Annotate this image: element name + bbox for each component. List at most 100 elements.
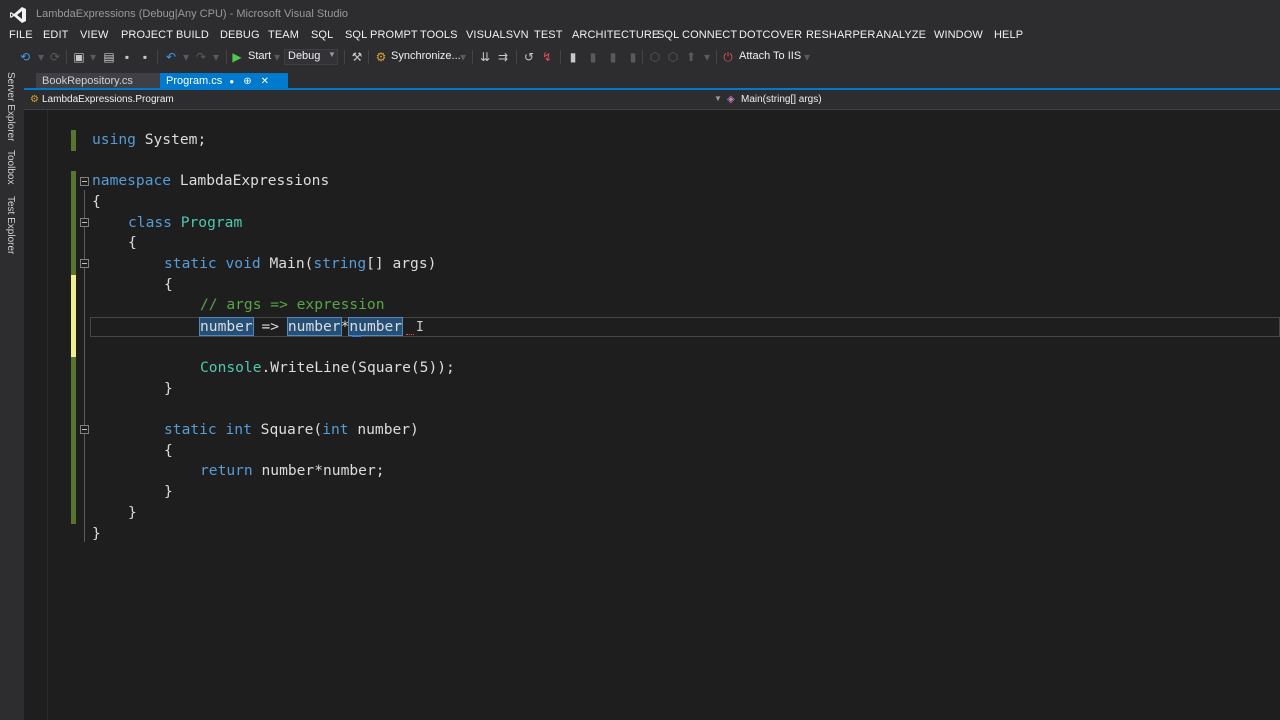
code-line-class: class Program bbox=[128, 213, 242, 233]
menu-bar: FILE EDIT VIEW PROJECT BUILD DEBUG TEAM … bbox=[0, 28, 1280, 46]
pin-icon[interactable]: ⊕ bbox=[243, 76, 251, 87]
revert-icon[interactable]: ↯ bbox=[540, 50, 554, 64]
refresh-icon[interactable]: ↺ bbox=[522, 50, 536, 64]
open-file-icon[interactable]: ▤ bbox=[102, 50, 116, 64]
code-line-comment: // args => expression bbox=[200, 295, 385, 315]
collapse-main-icon[interactable] bbox=[80, 259, 89, 268]
unsaved-dot-icon: ● bbox=[229, 77, 235, 86]
code-text: [] args) bbox=[366, 255, 437, 272]
toolbar-separator bbox=[157, 50, 158, 64]
keyword: int bbox=[322, 421, 349, 438]
attach-to-iis-button[interactable]: Attach To IIS bbox=[739, 50, 801, 62]
keyword: int bbox=[225, 421, 252, 438]
code-text: number*number; bbox=[252, 462, 385, 479]
collapse-namespace-icon[interactable] bbox=[80, 177, 89, 186]
document-tab-strip: BookRepository.cs Program.cs ● ⊕ ✕ bbox=[24, 68, 1280, 90]
toolbar-separator bbox=[368, 50, 369, 64]
step-out-icon[interactable]: ⬆ bbox=[684, 50, 698, 64]
bookmark-clear-icon[interactable]: ▮ bbox=[626, 50, 640, 64]
code-text: System; bbox=[135, 131, 207, 148]
code-line-brace: } bbox=[164, 379, 173, 399]
save-icon[interactable]: ▪ bbox=[120, 50, 134, 64]
code-line-namespace: namespace LambdaExpressions bbox=[92, 171, 329, 191]
members-dropdown[interactable]: Main(string[] args) bbox=[741, 94, 822, 105]
save-all-icon[interactable]: ▪ bbox=[138, 50, 152, 64]
navigate-forward-icon[interactable]: ⟳ bbox=[48, 50, 62, 64]
class-icon: ⚙ bbox=[30, 94, 39, 105]
code-editor[interactable] bbox=[24, 110, 1280, 720]
menu-sql[interactable]: SQL bbox=[311, 29, 333, 41]
svn-update-icon[interactable]: ⇊ bbox=[478, 50, 492, 64]
redo-icon[interactable]: ↷ bbox=[194, 50, 208, 64]
svn-commit-icon[interactable]: ⇉ bbox=[496, 50, 510, 64]
synchronize-dropdown-icon[interactable]: ▾ bbox=[456, 50, 470, 64]
undo-dropdown-icon[interactable]: ▾ bbox=[179, 50, 193, 64]
chevron-down-icon: ▼ bbox=[328, 50, 336, 59]
attach-process-icon[interactable]: ⚒ bbox=[350, 50, 364, 64]
title-bar: LambdaExpressions (Debug|Any CPU) - Micr… bbox=[0, 0, 1280, 28]
code-line-main-signature: static void Main(string[] args) bbox=[164, 254, 436, 274]
change-marker-saved bbox=[71, 357, 76, 524]
window-title: LambdaExpressions (Debug|Any CPU) - Micr… bbox=[36, 8, 349, 20]
keyword: void bbox=[225, 255, 261, 272]
menu-edit[interactable]: EDIT bbox=[43, 29, 68, 41]
toolbar-overflow-icon[interactable]: ▾ bbox=[800, 50, 814, 64]
back-dropdown-icon[interactable]: ▾ bbox=[34, 50, 48, 64]
attach-iis-icon[interactable]: ⏻ bbox=[721, 50, 735, 64]
start-debugging-button[interactable]: Start bbox=[248, 50, 271, 62]
collapse-class-icon[interactable] bbox=[80, 218, 89, 227]
server-explorer-tab[interactable]: Server Explorer bbox=[5, 72, 16, 141]
step-icon[interactable]: ⬡ bbox=[648, 50, 662, 64]
highlighted-identifier: number bbox=[286, 317, 342, 336]
menu-sql-prompt[interactable]: SQL PROMPT bbox=[345, 29, 418, 41]
menu-architecture[interactable]: ARCHITECTURE bbox=[572, 29, 659, 41]
code-text: .WriteLine(Square(5)); bbox=[261, 359, 455, 376]
menu-dotcover[interactable]: DOTCOVER bbox=[739, 29, 802, 41]
menu-resharper[interactable]: RESHARPER bbox=[806, 29, 875, 41]
edit-marker bbox=[352, 335, 361, 337]
menu-window[interactable]: WINDOW bbox=[934, 29, 983, 41]
synchronize-icon[interactable]: ⚙ bbox=[374, 50, 388, 64]
menu-project[interactable]: PROJECT bbox=[121, 29, 173, 41]
code-text: } bbox=[92, 525, 101, 542]
menu-view[interactable]: VIEW bbox=[80, 29, 109, 41]
menu-build[interactable]: BUILD bbox=[176, 29, 209, 41]
menu-debug[interactable]: DEBUG bbox=[220, 29, 260, 41]
collapse-square-icon[interactable] bbox=[80, 425, 89, 434]
redo-dropdown-icon[interactable]: ▾ bbox=[209, 50, 223, 64]
menu-visualsvn[interactable]: VISUALSVN bbox=[466, 29, 529, 41]
menu-file[interactable]: FILE bbox=[9, 29, 33, 41]
types-dropdown[interactable]: LambdaExpressions.Program bbox=[42, 94, 174, 105]
navigate-back-icon[interactable]: ⟲ bbox=[18, 50, 32, 64]
code-line-brace: } bbox=[92, 524, 101, 544]
highlighted-identifier: number bbox=[199, 317, 254, 336]
menu-help[interactable]: HELP bbox=[994, 29, 1023, 41]
change-marker-saved bbox=[71, 130, 76, 151]
standard-toolbar: ⟲ ▾ ⟳ ▣ ▾ ▤ ▪ ▪ ↶ ▾ ↷ ▾ ▶ Start ▾ Debug … bbox=[0, 46, 1280, 68]
highlighted-identifier: number bbox=[348, 317, 404, 336]
new-project-icon[interactable]: ▣ bbox=[72, 50, 86, 64]
close-icon[interactable]: ✕ bbox=[261, 76, 269, 87]
menu-test[interactable]: TEST bbox=[534, 29, 563, 41]
toolbar-separator bbox=[472, 50, 473, 64]
toolbox-tab[interactable]: Toolbox bbox=[5, 150, 16, 184]
step-over-icon[interactable]: ⬡ bbox=[666, 50, 680, 64]
code-text: { bbox=[164, 442, 173, 459]
menu-sql-connect[interactable]: SQL CONNECT bbox=[657, 29, 737, 41]
menu-team[interactable]: TEAM bbox=[268, 29, 299, 41]
bookmark-next-icon[interactable]: ▮ bbox=[606, 50, 620, 64]
method-icon: ◈ bbox=[727, 94, 735, 105]
start-dropdown-icon[interactable]: ▾ bbox=[270, 50, 284, 64]
more-dropdown-icon[interactable]: ▾ bbox=[700, 50, 714, 64]
menu-analyze[interactable]: ANALYZE bbox=[876, 29, 926, 41]
code-text: Main( bbox=[269, 255, 314, 272]
bookmark-icon[interactable]: ▮ bbox=[566, 50, 580, 64]
start-play-icon[interactable]: ▶ bbox=[230, 50, 244, 64]
undo-icon[interactable]: ↶ bbox=[164, 50, 178, 64]
menu-tools[interactable]: TOOLS bbox=[420, 29, 458, 41]
bookmark-prev-icon[interactable]: ▮ bbox=[586, 50, 600, 64]
synchronize-button[interactable]: Synchronize... bbox=[391, 50, 461, 62]
new-project-dropdown-icon[interactable]: ▾ bbox=[86, 50, 100, 64]
test-explorer-tab[interactable]: Test Explorer bbox=[5, 196, 16, 254]
code-line-lambda[interactable]: number => number*number bbox=[199, 317, 404, 337]
